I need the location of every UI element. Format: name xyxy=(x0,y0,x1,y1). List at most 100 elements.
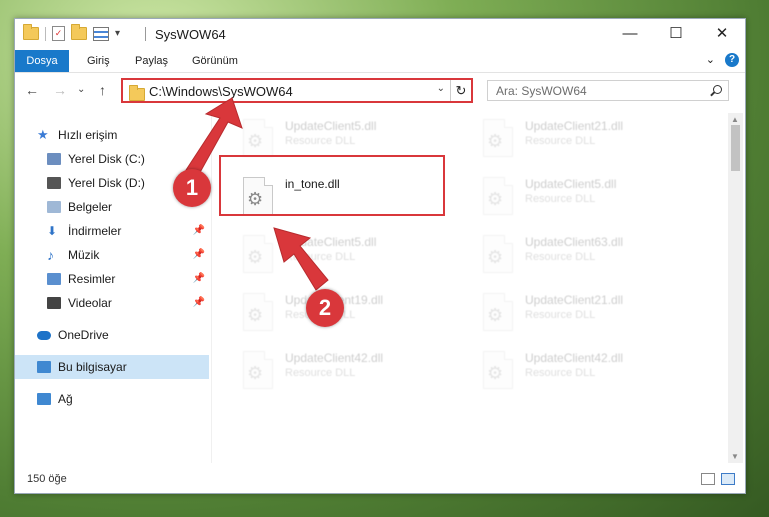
file-item[interactable]: UpdateClient63.dll Resource DLL xyxy=(475,231,705,285)
status-bar: 150 öğe xyxy=(15,467,745,493)
pane-divider[interactable] xyxy=(211,113,212,463)
file-item[interactable]: UpdateClient21.dll Resource DLL xyxy=(475,115,705,169)
ribbon-expand-icon[interactable]: ⌄ xyxy=(706,53,715,66)
minimize-button[interactable]: — xyxy=(607,19,653,49)
file-description: Resource DLL xyxy=(525,309,596,321)
title-bar: ✓ ▾ SysWOW64 — ☐ ✕ xyxy=(15,19,745,49)
sidebar-item-label: Belgeler xyxy=(68,200,113,214)
sidebar-item-label: İndirmeler xyxy=(68,224,122,238)
file-item[interactable]: UpdateClient21.dll Resource DLL xyxy=(475,289,705,343)
file-item[interactable]: UpdateClient42.dll Resource DLL xyxy=(475,347,705,401)
quick-access-toolbar: ✓ ▾ xyxy=(23,24,120,41)
search-box[interactable]: Ara: SysWOW64 xyxy=(487,80,729,101)
file-explorer-window: ✓ ▾ SysWOW64 — ☐ ✕ Dosya Giriş Paylaş Gö… xyxy=(14,18,746,494)
scroll-down-icon[interactable]: ▼ xyxy=(731,452,739,461)
details-view-icon[interactable] xyxy=(701,473,715,485)
network-icon xyxy=(37,393,51,405)
sidebar-item-label: OneDrive xyxy=(58,328,109,342)
sidebar-item-label: Hızlı erişim xyxy=(58,128,118,142)
cloud-icon xyxy=(37,330,51,340)
sidebar-item-label: Yerel Disk (C:) xyxy=(68,152,145,166)
star-icon: ★ xyxy=(37,127,49,142)
sidebar-item-müzik[interactable]: ♪ Müzik 📌 xyxy=(15,243,209,267)
dll-file-icon xyxy=(483,177,513,215)
file-item[interactable]: UpdateClient5.dll Resource DLL xyxy=(235,231,465,285)
address-path[interactable]: C:\Windows\SysWOW64 xyxy=(149,84,293,99)
pin-icon[interactable]: 📌 xyxy=(193,249,205,260)
title-divider xyxy=(145,27,146,41)
tab-file[interactable]: Dosya xyxy=(15,50,69,72)
pin-icon[interactable]: 📌 xyxy=(193,153,205,164)
file-name: UpdateClient21.dll xyxy=(525,119,624,133)
music-icon: ♪ xyxy=(47,247,54,263)
forward-button[interactable]: → xyxy=(53,82,67,98)
navigation-pane: ★ Hızlı erişim Yerel Disk (C:) 📌 Yerel Disk … xyxy=(15,113,211,463)
window-title: SysWOW64 xyxy=(155,27,226,42)
file-name: UpdateClient5.dll xyxy=(285,235,377,249)
sidebar-item-resimler[interactable]: Resimler 📌 xyxy=(15,267,209,291)
refresh-button[interactable]: ↻ xyxy=(450,80,471,101)
dll-file-icon xyxy=(243,235,273,273)
file-name: UpdateClient42.dll xyxy=(525,351,624,365)
file-name: UpdateClient5.dll xyxy=(285,119,377,133)
file-description: Resource DLL xyxy=(525,367,596,379)
help-icon[interactable]: ? xyxy=(725,53,739,67)
folder-icon[interactable] xyxy=(23,24,39,40)
new-folder-icon[interactable] xyxy=(71,24,87,40)
sidebar-item-i-ndirmeler[interactable]: ⬇ İndirmeler 📌 xyxy=(15,219,209,243)
navigation-bar: ← → ⌄ ↑ C:\Windows\SysWOW64 ⌄ ↻ Ara: Sys… xyxy=(15,74,745,108)
tab-share[interactable]: Paylaş xyxy=(135,50,168,72)
properties-check-icon[interactable]: ✓ xyxy=(52,26,65,41)
dll-file-icon xyxy=(243,351,273,389)
sidebar-item-bu-bilgisayar[interactable]: Bu bilgisayar xyxy=(15,355,209,379)
search-icon xyxy=(713,85,722,94)
file-item[interactable]: UpdateClient5.dll Resource DLL xyxy=(475,173,705,227)
computer-icon xyxy=(37,361,51,373)
tab-home[interactable]: Giriş xyxy=(87,50,110,72)
sidebar-item-ağ[interactable]: Ağ xyxy=(15,387,209,411)
pin-icon[interactable]: 📌 xyxy=(193,225,205,236)
dll-file-icon xyxy=(243,293,273,331)
properties-icon[interactable] xyxy=(93,26,109,41)
back-button[interactable]: ← xyxy=(25,82,39,98)
file-item[interactable]: UpdateClient19.dllResource DLL xyxy=(235,289,465,343)
address-bar[interactable]: C:\Windows\SysWOW64 ⌄ ↻ xyxy=(121,78,473,103)
scroll-up-icon[interactable]: ▲ xyxy=(731,115,739,124)
file-description: Resource DLL xyxy=(285,251,356,263)
pin-icon[interactable]: 📌 xyxy=(193,273,205,284)
file-name: UpdateClient5.dll xyxy=(525,177,617,191)
sidebar-item-hızlı-erişim[interactable]: ★ Hızlı erişim xyxy=(15,123,209,147)
close-button[interactable]: ✕ xyxy=(699,19,745,49)
sidebar-item-label: Bu bilgisayar xyxy=(58,360,127,374)
toolbar-dropdown-icon[interactable]: ▾ xyxy=(115,28,120,39)
sidebar-item-yerel-disk-c[interactable]: Yerel Disk (C:) 📌 xyxy=(15,147,209,171)
sidebar-item-label: Yerel Disk (D:) xyxy=(68,176,145,190)
videos-icon xyxy=(47,297,61,309)
file-description: Resource DLL xyxy=(525,193,596,205)
sidebar-item-videolar[interactable]: Videolar 📌 xyxy=(15,291,209,315)
folder-icon xyxy=(129,85,145,101)
maximize-button[interactable]: ☐ xyxy=(653,19,699,49)
file-item[interactable]: UpdateClient42.dll Resource DLL xyxy=(235,347,465,401)
file-name: UpdateClient21.dll xyxy=(525,293,624,307)
dll-file-icon xyxy=(483,351,513,389)
sidebar-item-label: Resimler xyxy=(68,272,116,286)
pin-icon[interactable]: 📌 xyxy=(193,297,205,308)
address-dropdown-icon[interactable]: ⌄ xyxy=(437,83,445,94)
sidebar-item-label: Ağ xyxy=(58,392,73,406)
download-icon: ⬇ xyxy=(47,224,58,238)
search-placeholder[interactable]: Ara: SysWOW64 xyxy=(496,84,587,98)
dll-file-icon xyxy=(483,293,513,331)
scroll-thumb[interactable] xyxy=(731,125,740,171)
file-description: Resource DLL xyxy=(525,135,596,147)
up-button[interactable]: ↑ xyxy=(99,82,106,98)
large-icons-view-icon[interactable] xyxy=(721,473,735,485)
sidebar-item-label: Videolar xyxy=(68,296,112,310)
ribbon: Dosya Giriş Paylaş Görünüm ⌄ ? xyxy=(15,50,745,73)
sidebar-item-onedrive[interactable]: OneDrive xyxy=(15,323,209,347)
recent-locations-button[interactable]: ⌄ xyxy=(77,84,85,95)
vertical-scrollbar[interactable]: ▲ ▼ xyxy=(728,113,743,463)
tab-view[interactable]: Görünüm xyxy=(192,50,238,72)
sidebar-item-label: Müzik xyxy=(68,248,100,262)
item-count: 150 öğe xyxy=(27,473,67,485)
